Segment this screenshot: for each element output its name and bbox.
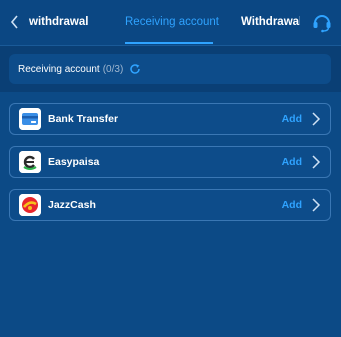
tab-receiving-account[interactable]: Receiving account bbox=[125, 0, 219, 45]
add-easypaisa-button[interactable]: Add bbox=[282, 147, 302, 177]
tab-withdrawal[interactable]: t withdrawal bbox=[28, 0, 88, 45]
method-row-bank-transfer[interactable]: Bank Transfer Add bbox=[9, 103, 331, 135]
easypaisa-logo bbox=[19, 151, 41, 173]
chevron-right-icon bbox=[312, 112, 321, 126]
active-tab-indicator bbox=[125, 42, 213, 44]
jazzcash-logo bbox=[19, 194, 41, 216]
method-row-easypaisa[interactable]: Easypaisa Add bbox=[9, 146, 331, 178]
tab-withdrawal-records[interactable]: Withdrawal I bbox=[241, 0, 300, 45]
receiving-account-count: (0/3) bbox=[102, 63, 124, 75]
payment-method-list: Bank Transfer Add Easypaisa Add JazzCash… bbox=[9, 103, 331, 232]
method-row-jazzcash[interactable]: JazzCash Add bbox=[9, 189, 331, 221]
back-button[interactable] bbox=[6, 12, 24, 32]
add-bank-transfer-button[interactable]: Add bbox=[282, 104, 302, 134]
bank-card-icon bbox=[19, 108, 41, 130]
tab-strip: t withdrawal Receiving account Withdrawa… bbox=[28, 0, 300, 45]
chevron-right-icon bbox=[312, 198, 321, 212]
customer-support-button[interactable] bbox=[311, 11, 333, 33]
method-label: Bank Transfer bbox=[48, 113, 119, 125]
receiving-account-section: Receiving account (0/3) bbox=[0, 46, 341, 92]
chevron-right-icon bbox=[312, 155, 321, 169]
headset-icon bbox=[313, 15, 331, 33]
add-jazzcash-button[interactable]: Add bbox=[282, 190, 302, 220]
method-label: Easypaisa bbox=[48, 156, 100, 168]
refresh-icon[interactable] bbox=[129, 63, 141, 75]
method-label: JazzCash bbox=[48, 199, 96, 211]
receiving-account-summary: Receiving account (0/3) bbox=[9, 54, 331, 84]
top-navigation-bar: t withdrawal Receiving account Withdrawa… bbox=[0, 0, 341, 46]
chevron-left-icon bbox=[10, 15, 18, 29]
receiving-account-title: Receiving account bbox=[18, 63, 100, 75]
